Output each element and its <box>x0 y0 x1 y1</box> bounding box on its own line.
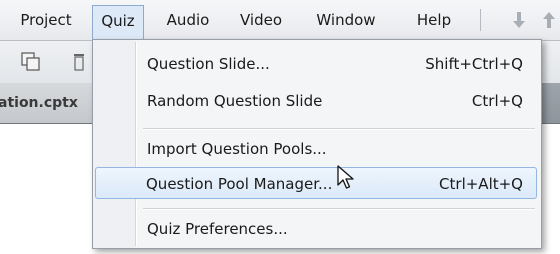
menu-item-quiz-preferences[interactable]: Quiz Preferences... <box>95 213 537 245</box>
arrow-down-icon[interactable] <box>512 10 526 30</box>
menu-item-label: Random Question Slide <box>147 92 323 110</box>
menu-bar: Project Quiz Audio Video Window Help <box>0 0 560 41</box>
menu-item-label: Question Slide... <box>147 55 270 73</box>
menu-separator <box>143 208 535 209</box>
copy-icon[interactable] <box>20 51 42 73</box>
menu-separator <box>480 9 481 31</box>
menu-item-shortcut: Ctrl+Q <box>471 92 523 110</box>
menu-item-import-question-pools[interactable]: Import Question Pools... <box>95 133 537 165</box>
menu-help[interactable]: Help <box>404 6 464 34</box>
menu-window[interactable]: Window <box>305 6 387 34</box>
menu-item-label: Import Question Pools... <box>147 140 327 158</box>
menu-item-label: Question Pool Manager... <box>146 175 333 193</box>
menu-item-question-pool-manager[interactable]: Question Pool Manager... Ctrl+Alt+Q <box>95 167 537 199</box>
menu-quiz[interactable]: Quiz <box>92 5 144 41</box>
delete-icon[interactable] <box>68 51 90 73</box>
quiz-menu-dropdown: Question Slide... Shift+Ctrl+Q Random Qu… <box>92 39 542 249</box>
document-tab[interactable]: ation.cptx <box>0 83 97 123</box>
menu-item-shortcut: Shift+Ctrl+Q <box>425 55 523 73</box>
menu-item-label: Quiz Preferences... <box>147 220 288 238</box>
menu-separator <box>143 128 535 129</box>
menu-project[interactable]: Project <box>6 6 86 34</box>
menu-audio[interactable]: Audio <box>158 6 218 34</box>
menu-item-random-question-slide[interactable]: Random Question Slide Ctrl+Q <box>95 85 537 117</box>
menu-video[interactable]: Video <box>231 6 291 34</box>
menu-item-question-slide[interactable]: Question Slide... Shift+Ctrl+Q <box>95 48 537 80</box>
arrow-up-icon[interactable] <box>542 10 556 30</box>
menu-item-shortcut: Ctrl+Alt+Q <box>439 175 523 193</box>
mouse-pointer-icon <box>337 165 354 189</box>
